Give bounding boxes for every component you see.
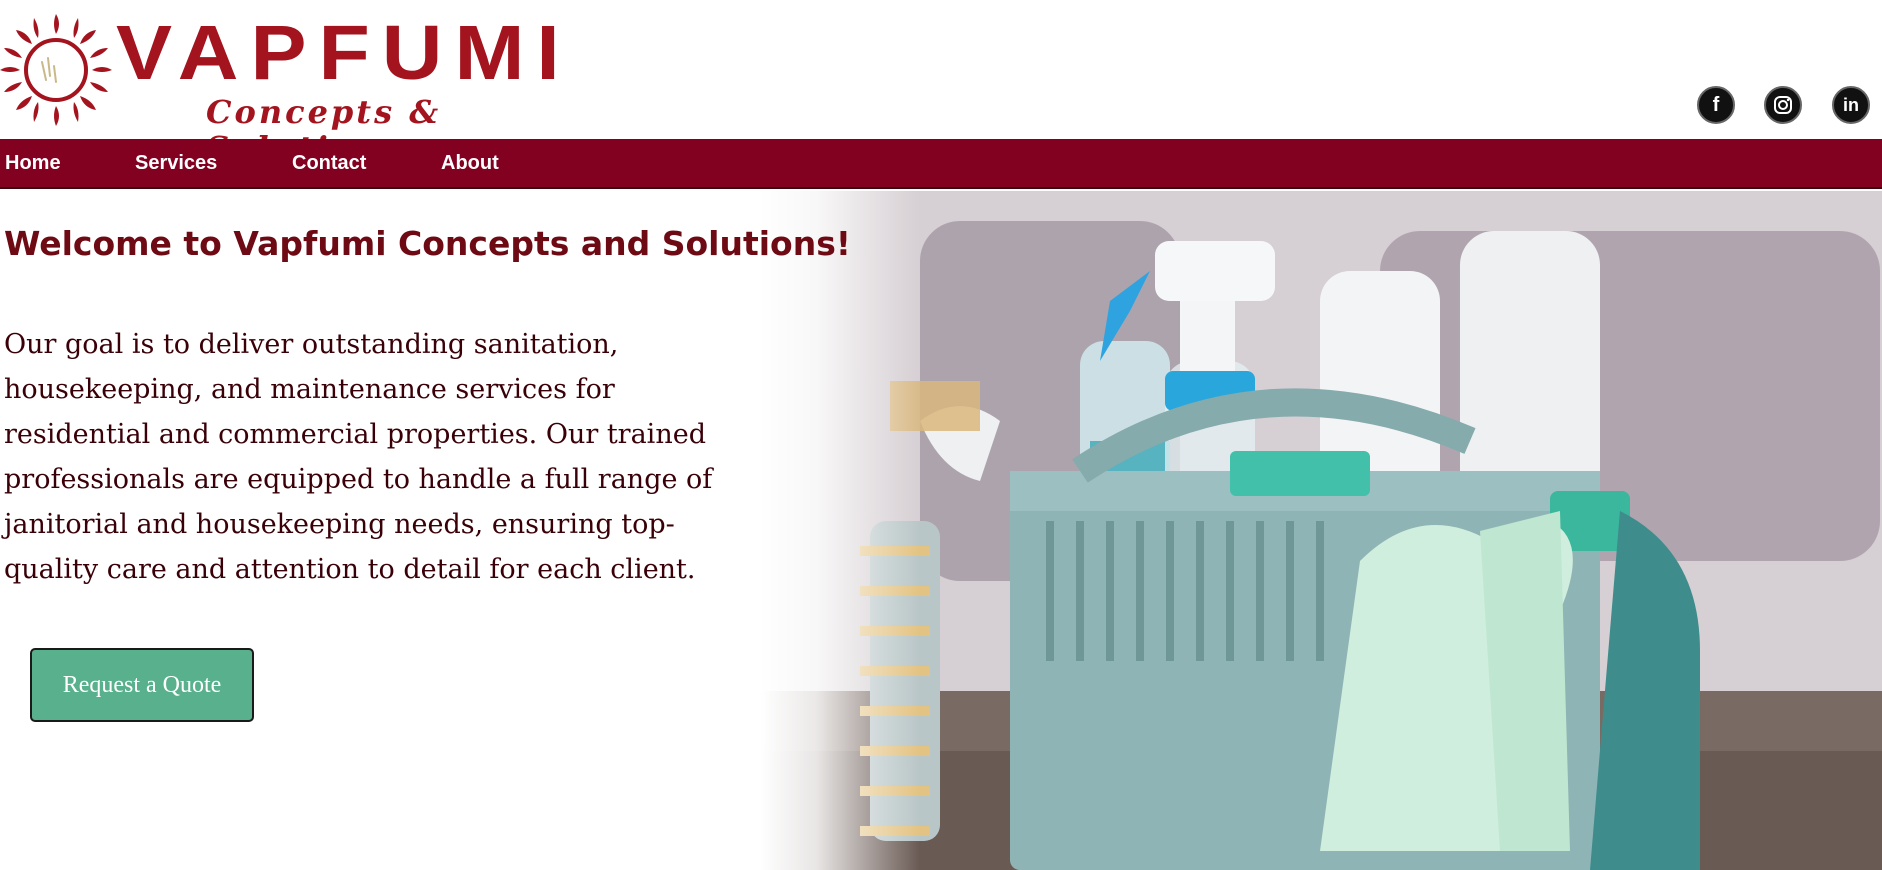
sun-logo-icon: [0, 14, 112, 126]
nav-item-about[interactable]: About: [441, 139, 499, 187]
page: VAPFUMI Concepts & Solutions f in Home S…: [0, 0, 1882, 870]
linkedin-icon[interactable]: in: [1832, 86, 1870, 124]
brand-name: VAPFUMI: [116, 8, 572, 96]
instagram-glyph-icon: [1774, 96, 1792, 114]
instagram-icon[interactable]: [1764, 86, 1802, 124]
facebook-glyph: f: [1712, 93, 1720, 116]
nav-item-home[interactable]: Home: [5, 139, 61, 187]
site-header: VAPFUMI Concepts & Solutions f in: [0, 0, 1882, 166]
facebook-icon[interactable]: f: [1697, 86, 1735, 124]
hero-title: Welcome to Vapfumi Concepts and Solution…: [4, 224, 851, 263]
main-nav: Home Services Contact About: [0, 139, 1882, 189]
hero-body: Our goal is to deliver outstanding sanit…: [4, 329, 713, 585]
hero-image-fade: [760, 191, 920, 870]
nav-item-contact[interactable]: Contact: [292, 139, 366, 187]
brand-logo[interactable]: VAPFUMI Concepts & Solutions: [0, 6, 600, 166]
linkedin-glyph: in: [1843, 94, 1859, 115]
nav-item-services[interactable]: Services: [135, 139, 217, 187]
request-quote-button[interactable]: Request a Quote: [30, 648, 254, 722]
cleaning-supplies-illustration: [760, 191, 1882, 870]
hero-image: [760, 191, 1882, 870]
